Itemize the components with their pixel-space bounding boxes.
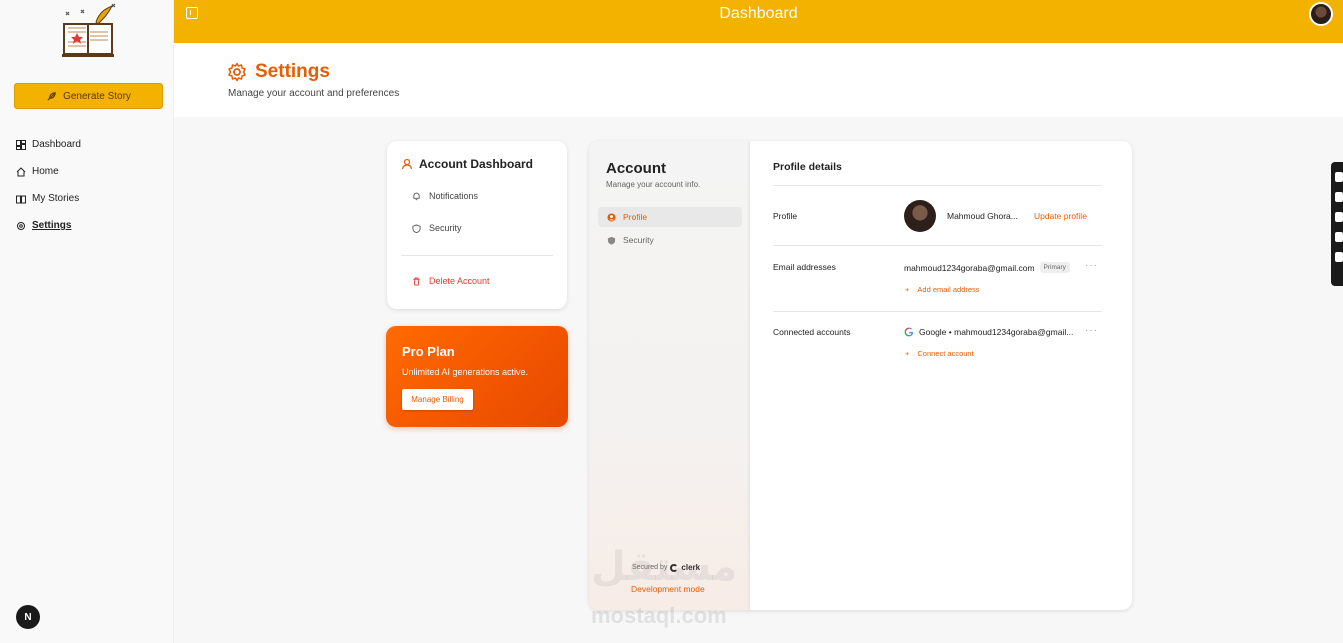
page-title-text: Settings <box>255 61 330 82</box>
shield-icon <box>607 236 616 245</box>
account-dashboard-heading: Account Dashboard <box>401 157 533 171</box>
toolbar-icon[interactable] <box>1335 172 1343 182</box>
notifications-link[interactable]: Notifications <box>412 191 478 201</box>
email-value-row: mahmoud1234goraba@gmail.com Primary <box>904 262 1070 273</box>
toolbar-icon[interactable] <box>1335 212 1343 222</box>
plus-icon: + <box>905 349 910 358</box>
next-badge-label: N <box>24 611 32 623</box>
account-dashboard-card: Account Dashboard Notifications Security… <box>387 141 567 309</box>
dashboard-icon <box>16 139 26 150</box>
watermark-latin: mostaql.com <box>591 603 727 628</box>
generate-story-label: Generate Story <box>63 90 131 102</box>
email-row-label: Email addresses <box>773 262 836 272</box>
connected-more-button[interactable]: ··· <box>1085 325 1098 336</box>
security-label: Security <box>429 223 462 233</box>
pro-plan-card: Pro Plan Unlimited AI generations active… <box>386 326 568 427</box>
floating-toolbar[interactable] <box>1331 162 1343 286</box>
toolbar-icon[interactable] <box>1335 192 1343 202</box>
divider <box>773 311 1102 312</box>
sidebar-item-label: Dashboard <box>32 139 81 150</box>
profile-avatar <box>904 200 936 232</box>
sidebar-item-dashboard[interactable]: Dashboard <box>16 131 166 158</box>
connected-row-label: Connected accounts <box>773 327 851 337</box>
generate-story-button[interactable]: Generate Story <box>14 83 163 109</box>
page-header: Settings Manage your account and prefere… <box>174 43 1343 117</box>
toolbar-icon[interactable] <box>1335 232 1343 242</box>
update-profile-button[interactable]: Update profile <box>1034 211 1087 221</box>
clerk-sidebar: Account Manage your account info. Profil… <box>589 141 750 610</box>
google-icon <box>904 327 914 337</box>
connect-account-button[interactable]: + Connect account <box>905 349 974 358</box>
clerk-tab-profile[interactable]: Profile <box>598 207 742 227</box>
clerk-user-profile: Account Manage your account info. Profil… <box>589 141 1132 610</box>
profile-details-title: Profile details <box>773 161 842 173</box>
pro-plan-subtitle: Unlimited AI generations active. <box>402 367 529 377</box>
page-title: Settings <box>227 61 330 83</box>
nextjs-dev-badge[interactable]: N <box>16 605 40 629</box>
add-email-button[interactable]: + Add email address <box>905 285 980 294</box>
profile-name: Mahmoud Ghora... <box>947 211 1018 221</box>
topbar-title: Dashboard <box>719 5 798 22</box>
clerk-account-title: Account <box>606 160 666 177</box>
divider <box>773 245 1102 246</box>
clerk-account-subtitle: Manage your account info. <box>606 180 701 189</box>
profile-row-label: Profile <box>773 211 798 221</box>
clerk-tab-profile-label: Profile <box>623 212 648 222</box>
sidebar-item-label: Settings <box>32 220 72 231</box>
plus-icon: + <box>905 285 910 294</box>
sidebar-item-label: My Stories <box>32 193 80 204</box>
feather-icon <box>47 91 56 101</box>
account-dashboard-title: Account Dashboard <box>419 157 534 171</box>
connected-account-value: Google • mahmoud1234goraba@gmail... <box>904 327 1073 337</box>
book-icon <box>16 194 26 204</box>
profile-icon <box>607 212 616 222</box>
shield-icon <box>412 223 421 233</box>
email-address: mahmoud1234goraba@gmail.com <box>904 262 1035 273</box>
security-link[interactable]: Security <box>412 223 462 233</box>
primary-badge: Primary <box>1039 262 1070 273</box>
delete-account-label: Delete Account <box>429 276 490 286</box>
clerk-tab-security[interactable]: Security <box>598 230 742 250</box>
sidebar: Generate Story Dashboard Home My Stories… <box>0 0 174 643</box>
notifications-label: Notifications <box>429 191 479 201</box>
connect-account-label: Connect account <box>917 349 974 358</box>
clerk-tab-security-label: Security <box>623 235 654 245</box>
app-logo[interactable] <box>56 2 120 60</box>
sidebar-nav: Dashboard Home My Stories Settings <box>16 131 166 239</box>
manage-billing-button[interactable]: Manage Billing <box>402 389 473 410</box>
top-bar: Dashboard <box>174 0 1343 43</box>
trash-icon <box>413 276 420 286</box>
sidebar-item-my-stories[interactable]: My Stories <box>16 185 166 212</box>
watermark-arabic: مستقل <box>591 545 738 589</box>
clerk-profile-details: Profile details Profile Mahmoud Ghora...… <box>750 141 1132 610</box>
bell-icon <box>413 192 420 200</box>
connected-account-text: Google • mahmoud1234goraba@gmail... <box>919 327 1074 337</box>
sidebar-item-label: Home <box>32 166 59 177</box>
add-email-label: Add email address <box>917 285 980 294</box>
settings-gear-icon <box>228 62 246 82</box>
email-more-button[interactable]: ··· <box>1085 260 1098 271</box>
toolbar-icon[interactable] <box>1335 252 1343 262</box>
gear-icon <box>16 221 26 231</box>
divider <box>401 255 553 256</box>
delete-account-button[interactable]: Delete Account <box>412 276 490 286</box>
divider <box>773 185 1102 186</box>
home-icon <box>16 166 26 177</box>
sidebar-item-settings[interactable]: Settings <box>16 212 166 239</box>
user-avatar[interactable] <box>1309 2 1333 26</box>
page-subtitle: Manage your account and preferences <box>228 88 400 99</box>
sidebar-item-home[interactable]: Home <box>16 158 166 185</box>
user-icon <box>401 158 413 170</box>
pro-plan-title: Pro Plan <box>402 344 455 359</box>
